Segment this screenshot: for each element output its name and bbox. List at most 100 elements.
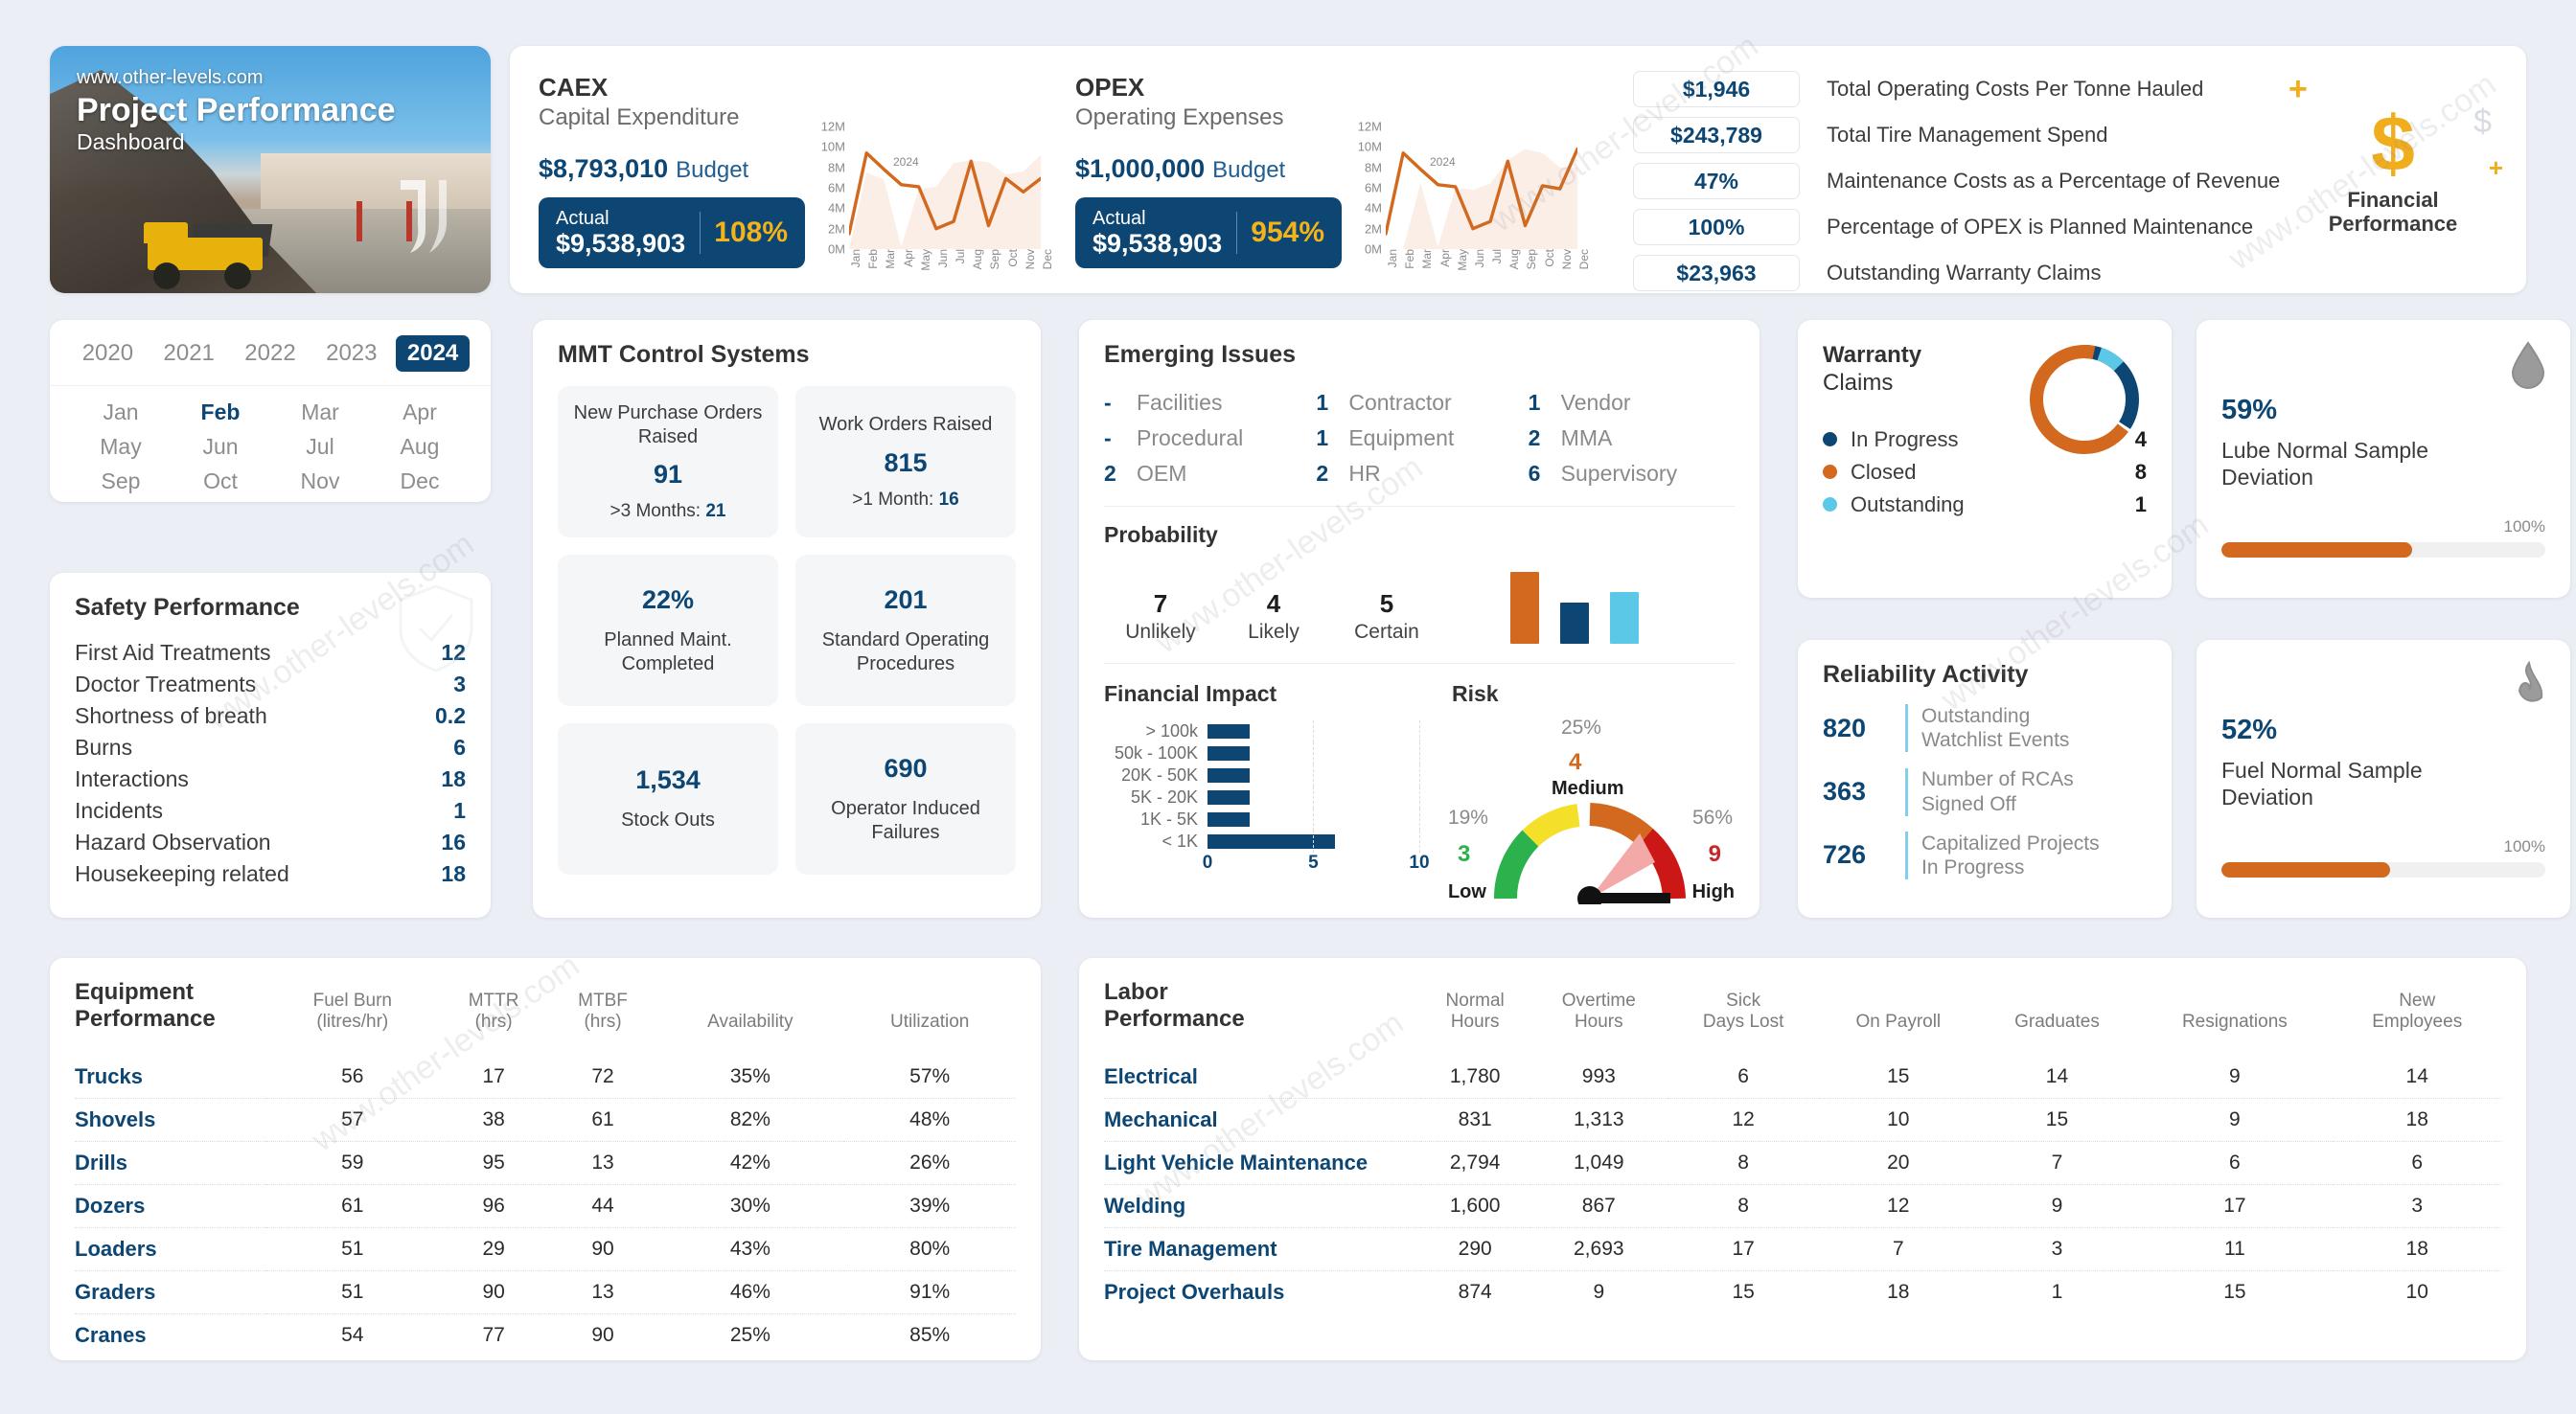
y-tick-label: 10M — [1357, 139, 1382, 154]
x-tick-label: Jun — [1472, 249, 1486, 268]
gauge-icon — [1493, 803, 1686, 904]
financial-kpi-row[interactable]: $1,946 Total Operating Costs Per Tonne H… — [1633, 71, 2280, 107]
kpi-label: Total Operating Costs Per Tonne Hauled — [1827, 77, 2204, 101]
issue-count: 2 — [1528, 425, 1541, 450]
issue-count: - — [1104, 390, 1112, 415]
mmt-tile[interactable]: 201 Standard Operating Procedures — [795, 555, 1016, 706]
table-row[interactable]: Cranes 54 77 90 25% 85% — [75, 1312, 1016, 1357]
opex-actual-pill[interactable]: Actual $9,538,903 954% — [1075, 197, 1342, 268]
table-cell: 91% — [843, 1269, 1016, 1314]
table-header-row: Labor Performance Normal Hours Overtime Hours… — [1104, 979, 2501, 1056]
month-option-jan[interactable]: Jan — [71, 399, 171, 425]
mmt-tile[interactable]: New Purchase Orders Raised 91 >3 Months:… — [558, 386, 778, 537]
caex-code: CAEX — [539, 73, 609, 102]
table-row[interactable]: Trucks 56 17 72 35% 57% — [75, 1056, 1016, 1099]
year-option-2022[interactable]: 2022 — [233, 335, 307, 372]
table-cell: 9 — [2136, 1097, 2334, 1142]
mmt-tile[interactable]: 22% Planned Maint. Completed — [558, 555, 778, 706]
table-cell: 6 — [2333, 1140, 2501, 1185]
financial-kpi-row[interactable]: 47% Maintenance Costs as a Percentage of… — [1633, 163, 2280, 199]
table-row[interactable]: Tire Management 290 2,693 17 7 3 11 18 — [1104, 1226, 2501, 1271]
month-option-feb[interactable]: Feb — [171, 399, 270, 425]
financial-kpi-row[interactable]: $243,789 Total Tire Management Spend — [1633, 117, 2280, 153]
mmt-tile[interactable]: 1,534 Stock Outs — [558, 723, 778, 875]
table-row[interactable]: Dozers 61 96 44 30% 39% — [75, 1183, 1016, 1228]
warranty-legend-row: Outstanding 1 — [1823, 489, 2147, 521]
table-row[interactable]: Light Vehicle Maintenance 2,794 1,049 8 20 7 6… — [1104, 1140, 2501, 1185]
reliability-row: 363 Number of RCAs Signed Off — [1823, 767, 2147, 816]
table-cell: 1,780 — [1449, 1064, 1501, 1087]
opex-block: OPEX Operating Expenses $1,000,000 Budget… — [1075, 73, 1342, 268]
opex-actual-amount: $9,538,903 — [1092, 229, 1223, 259]
fuel-sample-card: 52% Fuel Normal Sample Deviation 100% — [2196, 640, 2570, 918]
table-row[interactable]: Mechanical 831 1,313 12 10 15 9 18 — [1104, 1097, 2501, 1142]
date-picker[interactable]: 2020 2021 2022 2023 2024 Jan Feb Mar Apr May Jun J… — [50, 320, 491, 502]
financial-kpi-row[interactable]: 100% Percentage of OPEX is Planned Maint… — [1633, 209, 2280, 245]
reliability-value: 820 — [1823, 713, 1867, 742]
month-option-nov[interactable]: Nov — [270, 468, 370, 494]
mmt-tile-value: 91 — [653, 459, 683, 489]
month-option-mar[interactable]: Mar — [270, 399, 370, 425]
opex-percent: 954% — [1251, 217, 1324, 248]
issue-count: - — [1104, 425, 1112, 450]
year-option-2020[interactable]: 2020 — [71, 335, 145, 372]
impact-bar-label: 50k - 100K — [1114, 743, 1198, 763]
caex-actual-pill[interactable]: Actual $9,538,903 108% — [539, 197, 805, 268]
table-cell: 2,794 — [1420, 1140, 1530, 1185]
x-tick-label: May — [918, 249, 932, 271]
x-tick-label: Jun — [935, 249, 950, 268]
safety-performance-panel: Safety Performance First Aid Treatments … — [50, 573, 491, 918]
lube-pct: 59% — [2221, 395, 2278, 425]
impact-bar — [1208, 724, 1251, 739]
mmt-tile[interactable]: 690 Operator Induced Failures — [795, 723, 1016, 875]
table-row[interactable]: Electrical 1,780 993 6 15 14 9 14 — [1104, 1056, 2501, 1099]
month-option-sep[interactable]: Sep — [71, 468, 171, 494]
year-option-2021[interactable]: 2021 — [152, 335, 226, 372]
y-tick-label: 12M — [1357, 119, 1382, 134]
legend-label: Outstanding — [1851, 491, 1965, 516]
month-option-jul[interactable]: Jul — [270, 434, 370, 460]
impact-bar — [1208, 834, 1335, 849]
year-option-2023[interactable]: 2023 — [314, 335, 388, 372]
impact-bar-row: 50k - 100K — [1104, 742, 1420, 764]
safety-row: Incidents 1 — [75, 795, 466, 827]
x-tick-label: Aug — [971, 249, 985, 270]
opex-plot — [1384, 126, 1579, 249]
table-cell: 95 — [438, 1140, 549, 1185]
opex-y-axis: 0M 2M 4M 6M 8M 10M 12M — [1344, 120, 1382, 257]
risk-medium-value: 4 — [1568, 749, 1582, 775]
table-cell: 290 — [1420, 1226, 1530, 1271]
impact-bar — [1208, 768, 1251, 783]
table-row[interactable]: Graders 51 90 13 46% 91% — [75, 1269, 1016, 1314]
month-option-jun[interactable]: Jun — [171, 434, 270, 460]
year-option-2024[interactable]: 2024 — [395, 335, 471, 372]
month-option-may[interactable]: May — [71, 434, 171, 460]
table-row[interactable]: Project Overhauls 874 9 15 18 1 15 10 — [1104, 1269, 2501, 1313]
month-option-dec[interactable]: Dec — [370, 468, 470, 494]
mmt-tile[interactable]: Work Orders Raised 815 >1 Month: 16 — [795, 386, 1016, 537]
table-cell: 17 — [482, 1064, 505, 1087]
month-selector[interactable]: Jan Feb Mar Apr May Jun Jul Aug Sep Oct Nov Dec — [50, 386, 491, 510]
table-cell: 13 — [548, 1140, 657, 1185]
mmt-tile-value: 22% — [641, 585, 695, 615]
table-row[interactable]: Drills 59 95 13 42% 26% — [75, 1140, 1016, 1185]
table-cell: 57 — [266, 1097, 439, 1142]
table-row[interactable]: Loaders 51 29 90 43% 80% — [75, 1226, 1016, 1271]
issue-name: Facilities — [1137, 390, 1223, 415]
table-cell: 2,693 — [1530, 1226, 1668, 1271]
kpi-label: Total Tire Management Spend — [1827, 123, 2108, 147]
table-row[interactable]: Shovels 57 38 61 82% 48% — [75, 1097, 1016, 1142]
year-selector[interactable]: 2020 2021 2022 2023 2024 — [50, 320, 491, 386]
table-row[interactable]: Welding 1,600 867 8 12 9 17 3 — [1104, 1183, 2501, 1228]
table-cell: 17 — [1668, 1226, 1819, 1271]
row-label: Trucks — [75, 1063, 143, 1088]
month-option-oct[interactable]: Oct — [171, 468, 270, 494]
safety-row-name: First Aid Treatments — [75, 640, 271, 665]
safety-row-name: Burns — [75, 735, 133, 760]
month-option-apr[interactable]: Apr — [370, 399, 470, 425]
impact-bar — [1208, 790, 1251, 805]
month-option-aug[interactable]: Aug — [370, 434, 470, 460]
risk-low-value: 3 — [1457, 841, 1471, 867]
financial-kpi-row[interactable]: $23,963 Outstanding Warranty Claims — [1633, 255, 2280, 291]
column-header: Normal Hours — [1445, 990, 1505, 1032]
